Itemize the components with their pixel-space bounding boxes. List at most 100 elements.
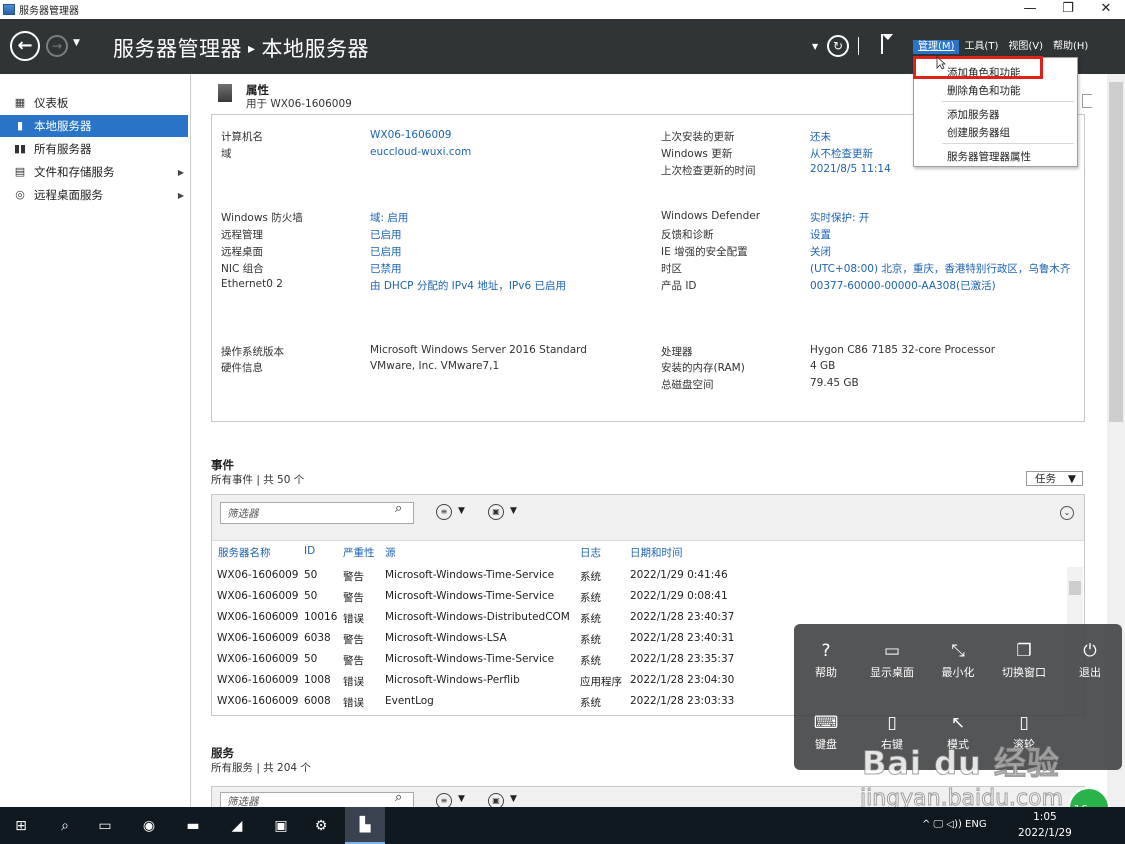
firewall-link[interactable]: 域: 启用: [370, 210, 408, 225]
back-arrow-icon[interactable]: ←: [10, 31, 40, 61]
save-query-icon[interactable]: ▣: [488, 793, 504, 807]
settings-gear-icon[interactable]: ⚙: [310, 815, 332, 837]
task-view-icon[interactable]: ▭: [94, 815, 116, 837]
last-update-link[interactable]: 还未: [810, 129, 831, 144]
properties-tasks-button[interactable]: [1082, 94, 1092, 108]
cell-id: 1008: [304, 674, 331, 686]
chevron-down-icon[interactable]: ▼: [458, 794, 465, 804]
nic-teaming-link[interactable]: 已禁用: [370, 261, 402, 276]
header-dropdown-icon[interactable]: ▼: [812, 42, 818, 51]
column-id[interactable]: ID: [304, 545, 315, 557]
expand-arrow-icon[interactable]: ▶: [178, 168, 184, 177]
last-check-link[interactable]: 2021/8/5 11:14: [810, 163, 891, 175]
windows-update-link[interactable]: 从不检查更新: [810, 146, 873, 161]
domain-link[interactable]: euccloud-wuxi.com: [370, 146, 471, 158]
prop-label: Windows Defender: [661, 210, 761, 222]
menu-item-properties[interactable]: 服务器管理器属性: [947, 149, 1031, 164]
menu-item-remove-roles[interactable]: 删除角色和功能: [947, 83, 1021, 98]
menu-manage[interactable]: 管理(M): [913, 40, 960, 54]
events-filter-input[interactable]: 筛选器: [220, 502, 414, 524]
chevron-down-icon[interactable]: ▼: [510, 506, 517, 516]
menu-item-create-server-group[interactable]: 创建服务器组: [947, 125, 1010, 140]
ie-esc-link[interactable]: 关闭: [810, 244, 831, 259]
chevron-down-icon[interactable]: ▼: [510, 794, 517, 804]
hardware-value: VMware, Inc. VMware7,1: [370, 360, 500, 372]
system-tray[interactable]: ^ 🖵 ◁)) ENG: [922, 819, 987, 830]
search-icon[interactable]: ⌕: [54, 815, 76, 837]
expand-arrow-icon[interactable]: ▶: [178, 191, 184, 200]
menu-item-add-servers[interactable]: 添加服务器: [947, 107, 1000, 122]
switch-window-button[interactable]: ❐ 切换窗口: [996, 640, 1052, 680]
exit-button[interactable]: ⏻ 退出: [1062, 640, 1118, 680]
keyboard-button[interactable]: ⌨ 键盘: [798, 712, 854, 752]
prop-label: 安装的内存(RAM): [661, 362, 745, 374]
system-clock[interactable]: 1:05 2022/1/29: [1018, 809, 1072, 841]
column-server-name[interactable]: 服务器名称: [218, 545, 271, 560]
history-dropdown-icon[interactable]: ▼: [73, 38, 80, 48]
list-options-icon[interactable]: ≡: [436, 793, 452, 807]
list-options-icon[interactable]: ≡: [436, 504, 452, 520]
sidebar-item-file-storage[interactable]: ▤ 文件和存储服务 ▶: [0, 161, 188, 183]
menu-view[interactable]: 视图(V): [1003, 40, 1048, 54]
start-windows-icon[interactable]: ⊞: [10, 815, 32, 837]
server-manager-app-icon: [3, 4, 15, 15]
forward-arrow-icon[interactable]: →: [46, 35, 68, 57]
cell-source: Microsoft-Windows-Time-Service: [385, 590, 555, 602]
remote-management-link[interactable]: 已启用: [370, 227, 402, 242]
feedback-link[interactable]: 设置: [810, 227, 831, 242]
timezone-link[interactable]: (UTC+08:00) 北京，重庆，香港特别行政区，乌鲁木齐: [810, 261, 1070, 276]
menu-help[interactable]: 帮助(H): [1048, 40, 1093, 54]
defender-link[interactable]: 实时保护: 开: [810, 210, 869, 225]
search-icon[interactable]: ⌕: [395, 790, 402, 805]
cell-source: EventLog: [385, 695, 434, 707]
header-divider: [858, 37, 859, 55]
show-desktop-button[interactable]: ▭ 显示桌面: [864, 640, 920, 680]
file-explorer-icon[interactable]: ▬: [182, 815, 204, 837]
mouse-right-icon: ▯: [887, 713, 897, 733]
server-manager-taskbar-button[interactable]: ▙: [345, 807, 385, 844]
product-id-link[interactable]: 00377-60000-00000-AA308(已激活): [810, 278, 996, 293]
search-icon[interactable]: ⌕: [395, 501, 402, 516]
column-source[interactable]: 源: [385, 545, 396, 560]
expand-icon[interactable]: ⌄: [1060, 506, 1074, 520]
ethernet-link[interactable]: 由 DHCP 分配的 IPv4 地址，IPv6 已启用: [370, 278, 566, 293]
chrome-icon[interactable]: ◉: [138, 815, 160, 837]
cell-id: 6008: [304, 695, 331, 707]
minimize-window-button[interactable]: —: [1011, 0, 1049, 19]
sidebar-item-dashboard[interactable]: ▦ 仪表板: [0, 92, 188, 114]
notification-flag-icon[interactable]: [880, 33, 894, 55]
scrollbar-thumb[interactable]: [1109, 82, 1123, 422]
menu-tools[interactable]: 工具(T): [959, 40, 1003, 54]
cell-source: Microsoft-Windows-LSA: [385, 632, 507, 644]
sidebar-item-remote-desktop[interactable]: ◎ 远程桌面服务 ▶: [0, 184, 188, 206]
sidebar-item-all-servers[interactable]: ▮▮ 所有服务器: [0, 138, 188, 160]
window-titlebar: 服务器管理器 — ❐ ✕: [0, 0, 1125, 19]
refresh-icon[interactable]: ↻: [827, 35, 849, 57]
table-row[interactable]: WX06-1606009 50 警告 Microsoft-Windows-Tim…: [212, 567, 1062, 588]
minimize-label: 最小化: [941, 666, 975, 679]
prop-label: 域: [221, 148, 232, 160]
restore-window-button[interactable]: ❐: [1049, 0, 1087, 19]
photos-icon[interactable]: ▣: [270, 815, 292, 837]
sidebar: ▦ 仪表板 ▮ 本地服务器 ▮▮ 所有服务器 ▤ 文件和存储服务 ▶ ◎ 远程桌…: [0, 74, 191, 807]
sidebar-item-label: 本地服务器: [34, 119, 92, 133]
exit-label: 退出: [1079, 666, 1101, 679]
events-subtitle: 所有事件 | 共 50 个: [211, 474, 305, 486]
table-row[interactable]: WX06-1606009 50 警告 Microsoft-Windows-Tim…: [212, 588, 1062, 609]
events-tasks-button[interactable]: 任务 ▼: [1026, 471, 1083, 486]
help-button[interactable]: ? 帮助: [798, 640, 854, 680]
column-severity[interactable]: 严重性: [343, 545, 375, 560]
sidebar-item-local-server[interactable]: ▮ 本地服务器: [0, 115, 188, 137]
close-window-button[interactable]: ✕: [1087, 0, 1125, 19]
column-date-time[interactable]: 日期和时间: [630, 545, 683, 560]
app-icon[interactable]: ◢: [226, 815, 248, 837]
column-log[interactable]: 日志: [580, 545, 601, 560]
services-filter-input[interactable]: 筛选器: [220, 792, 414, 807]
save-query-icon[interactable]: ▣: [488, 504, 504, 520]
help-label: 帮助: [815, 666, 837, 679]
cell-severity: 警告: [343, 592, 364, 604]
minimize-button[interactable]: ⤡ 最小化: [930, 640, 986, 680]
remote-desktop-link[interactable]: 已启用: [370, 244, 402, 259]
computer-name-link[interactable]: WX06-1606009: [370, 129, 452, 141]
chevron-down-icon[interactable]: ▼: [458, 506, 465, 516]
